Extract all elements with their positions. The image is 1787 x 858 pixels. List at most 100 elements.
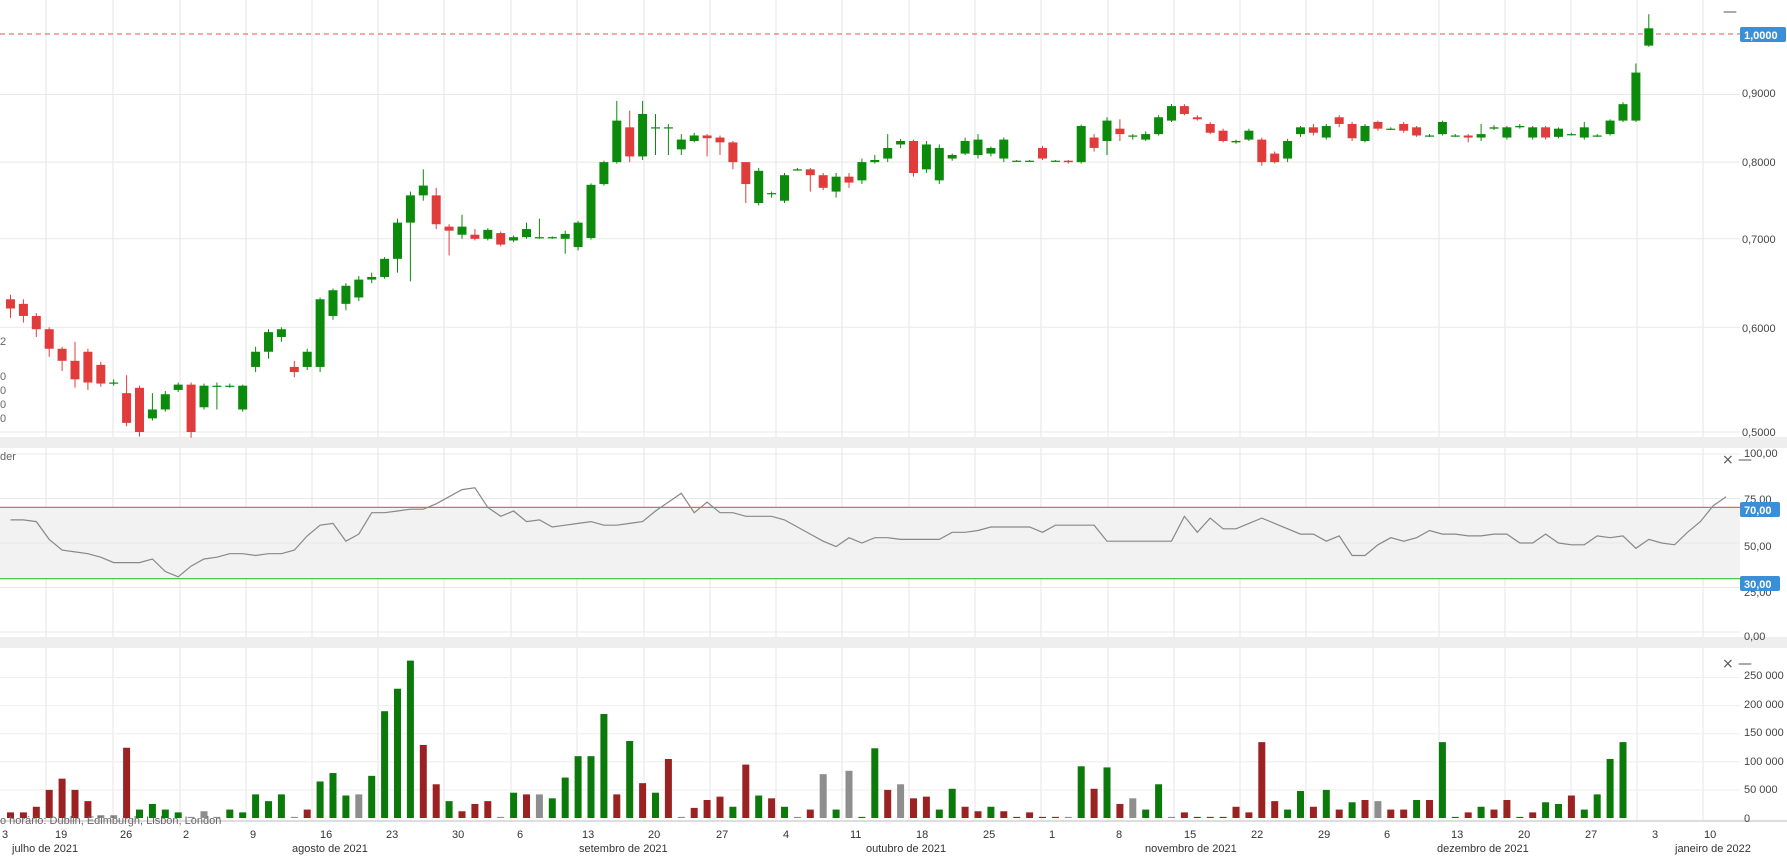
candle-body [883, 147, 893, 159]
date-axis-day-label: 18 [916, 829, 928, 841]
date-axis-day-label: 16 [320, 829, 332, 841]
minimize-rsi-panel-button[interactable]: — [1738, 452, 1752, 468]
volume-bar [1567, 795, 1575, 818]
candle-body [44, 329, 54, 349]
volume-bar [1219, 816, 1227, 818]
candle-body [947, 154, 957, 159]
panel-separator-price-rsi [0, 437, 1787, 448]
current-price-label: 1,0000 [1744, 30, 1778, 42]
volume-bar [935, 809, 943, 818]
volume-bar [277, 794, 285, 818]
candle-body [754, 170, 764, 204]
candle-body [1231, 140, 1241, 143]
volume-bar [123, 747, 131, 818]
volume-bar [755, 795, 763, 818]
price-axis-label: 0,8000 [1742, 157, 1776, 169]
volume-bar [394, 688, 401, 818]
candle-body [1141, 134, 1151, 140]
volume-bar [71, 789, 79, 818]
candle-body [1218, 130, 1228, 141]
volume-bar [1426, 800, 1433, 818]
candle-body [651, 127, 660, 129]
minimize-volume-panel-button[interactable]: — [1738, 656, 1752, 672]
candle-body [1386, 128, 1396, 130]
volume-bar [1335, 809, 1343, 818]
candle-body [715, 137, 725, 143]
volume-bar [1039, 816, 1046, 818]
volume-bar [716, 796, 724, 818]
candle-body [199, 385, 209, 408]
close-volume-panel-button[interactable]: × [1722, 656, 1734, 672]
volume-bar [1322, 789, 1330, 818]
candle-body [289, 366, 299, 373]
candle-body [57, 348, 67, 361]
candle-body [122, 393, 132, 423]
candle-body [225, 385, 235, 387]
close-rsi-panel-button[interactable]: × [1722, 452, 1734, 468]
candle-body [393, 222, 402, 259]
candle-body [251, 351, 261, 367]
candle-body [1476, 134, 1486, 138]
volume-bar [845, 770, 853, 818]
candle-body [1579, 127, 1589, 138]
rsi-axis-label: 50,00 [1744, 541, 1772, 553]
price-axis-label: 0,9000 [1742, 88, 1776, 100]
volume-bar [703, 800, 711, 818]
date-axis-day-label: 4 [783, 829, 789, 841]
candle-body [483, 229, 493, 239]
volume-bar [677, 816, 685, 818]
volume-bar [1206, 816, 1214, 818]
volume-bar [1284, 809, 1292, 818]
volume-bar [1348, 802, 1356, 818]
candle-body [805, 169, 815, 176]
candle-body [560, 233, 570, 239]
volume-bar [1077, 766, 1085, 818]
candle-body [1050, 160, 1060, 162]
volume-bar [910, 798, 917, 818]
date-axis-month-label: novembro de 2021 [1145, 843, 1237, 855]
candle-body [1425, 135, 1434, 137]
candle-body [1025, 160, 1035, 162]
volume-bar [290, 816, 298, 818]
volume-bar [1619, 742, 1627, 818]
candle-body [1128, 135, 1138, 137]
candle-body [870, 159, 880, 163]
volume-bar [265, 801, 272, 818]
date-axis-day-label: 26 [120, 829, 132, 841]
candle-body [1463, 135, 1473, 138]
candle-body [1554, 128, 1563, 137]
rsi-axis-label: 0,00 [1744, 631, 1765, 643]
volume-bar [303, 809, 311, 818]
candle-body [702, 135, 712, 139]
candle-body [1257, 139, 1267, 163]
candle-body [186, 384, 196, 432]
minimize-price-panel-button[interactable]: — [1723, 4, 1737, 20]
stock-chart[interactable]: 0,9000 0,8000 0,7000 0,6000 0,5000 1,000… [0, 0, 1787, 858]
candle-body [986, 147, 996, 154]
candle-body [573, 222, 583, 248]
date-axis-day-label: 15 [1184, 829, 1196, 841]
price-axis-label: 0,5000 [1742, 427, 1776, 439]
date-axis-month-label: agosto de 2021 [292, 843, 368, 855]
legend-fragment: 0 [0, 385, 6, 397]
date-axis-day-label: 6 [517, 829, 523, 841]
candle-body [1283, 140, 1293, 159]
candle-body [1270, 153, 1280, 163]
date-axis-month-label: outubro de 2021 [866, 843, 946, 855]
chart-workspace[interactable]: 0,9000 0,8000 0,7000 0,6000 0,5000 1,000… [0, 0, 1787, 858]
volume-bar [897, 784, 905, 818]
volume-bar [1374, 801, 1382, 818]
date-axis-day-label: 27 [1585, 829, 1597, 841]
candle-body [31, 315, 41, 330]
candle-body [405, 195, 415, 223]
date-axis-day-label: 22 [1251, 829, 1263, 841]
volume-bar [871, 748, 879, 818]
volume-bar [1103, 767, 1111, 818]
candle-body [380, 258, 390, 277]
candle-body [354, 279, 364, 298]
candle-body [638, 113, 648, 157]
volume-bar [1516, 816, 1524, 818]
volume-bar [987, 806, 995, 818]
candle-body [70, 360, 80, 380]
volume-bar [1451, 816, 1459, 818]
